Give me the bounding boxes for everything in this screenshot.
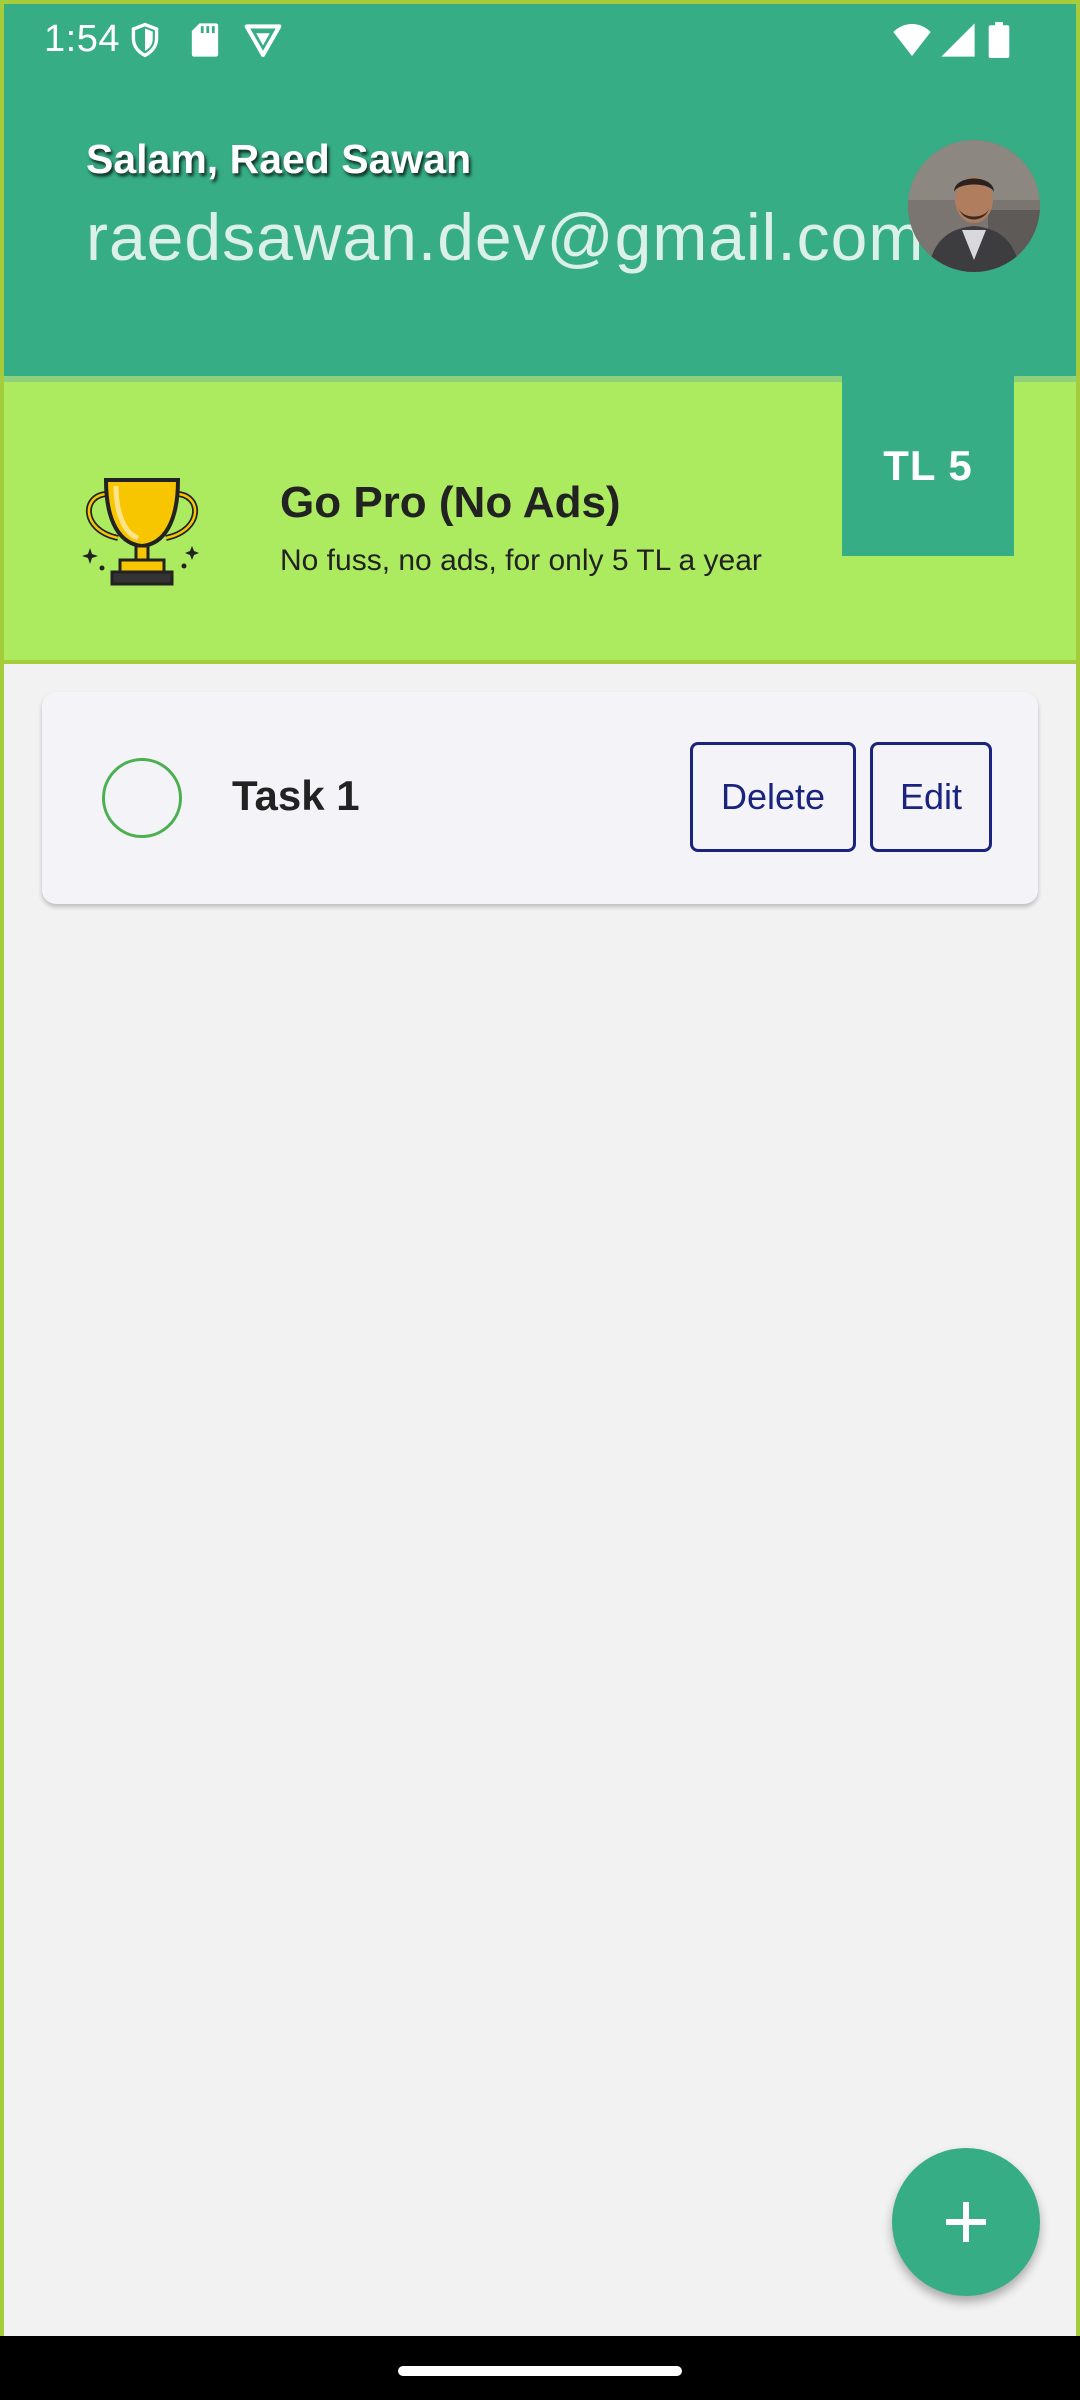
task-title: Task 1 [232, 772, 360, 819]
promo-title: Go Pro (No Ads) [280, 478, 621, 527]
promo-subtitle: No fuss, no ads, for only 5 TL a year [280, 544, 762, 577]
price-badge[interactable]: TL 5 [842, 376, 1014, 556]
delete-task-button[interactable]: Delete [690, 742, 856, 852]
vpn-icon [244, 24, 282, 57]
battery-icon [988, 22, 1010, 58]
app-frame: 1:54 Salam, Raed Sawan raedsawan.dev@gma… [0, 0, 1080, 2336]
profile-header: 1:54 Salam, Raed Sawan raedsawan.dev@gma… [4, 4, 1076, 380]
wifi-icon [893, 24, 931, 56]
go-pro-banner[interactable]: Go Pro (No Ads) No fuss, no ads, for onl… [4, 376, 1076, 664]
status-time: 1:54 [44, 18, 120, 60]
add-task-button[interactable] [892, 2148, 1040, 2296]
task-card: Task 1 Delete Edit [42, 692, 1038, 904]
edit-task-button[interactable]: Edit [870, 742, 992, 852]
trophy-icon [82, 478, 199, 586]
sd-card-icon [191, 23, 219, 57]
avatar[interactable] [908, 140, 1040, 272]
greeting-text: Salam, Raed Sawan [86, 136, 472, 182]
plus-icon [946, 2202, 986, 2242]
task-complete-checkbox[interactable] [102, 758, 182, 838]
home-gesture-handle[interactable] [398, 2366, 682, 2376]
shield-icon [131, 22, 159, 58]
system-nav-bar [0, 2336, 1080, 2400]
profile-photo-icon [908, 140, 1040, 272]
user-email: raedsawan.dev@gmail.com [86, 200, 925, 274]
status-bar: 1:54 [4, 4, 1076, 76]
signal-icon [941, 23, 975, 57]
